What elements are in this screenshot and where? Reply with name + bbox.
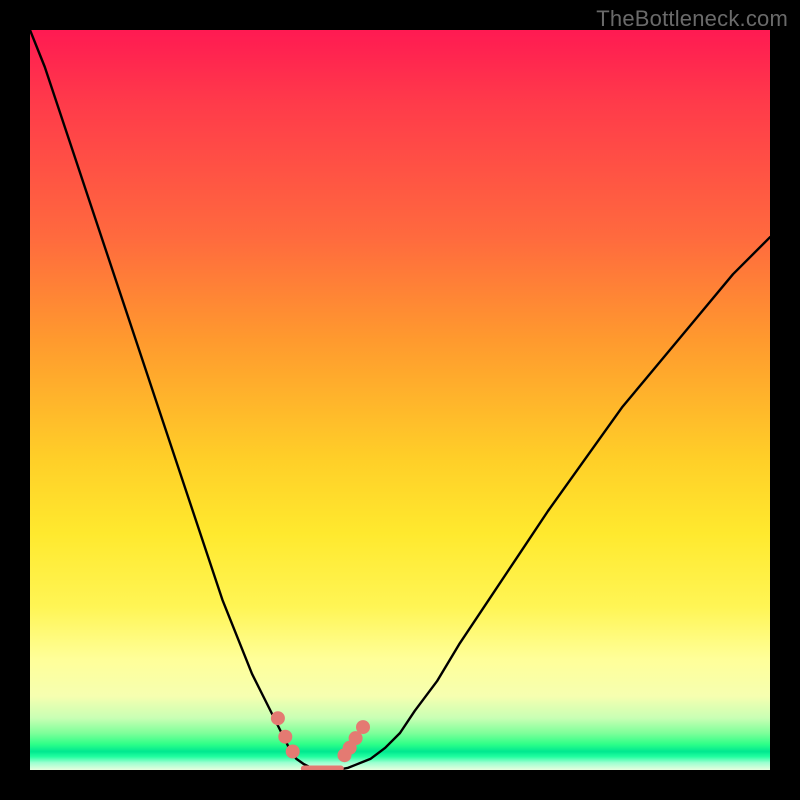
marker-dot (356, 720, 370, 734)
marker-dot (278, 730, 292, 744)
bottleneck-curve (30, 30, 770, 770)
chart-frame: TheBottleneck.com (0, 0, 800, 800)
curve-markers (271, 711, 370, 762)
curve-svg (30, 30, 770, 770)
marker-dot (271, 711, 285, 725)
plot-area (30, 30, 770, 770)
watermark-text: TheBottleneck.com (596, 6, 788, 32)
marker-dot (286, 745, 300, 759)
